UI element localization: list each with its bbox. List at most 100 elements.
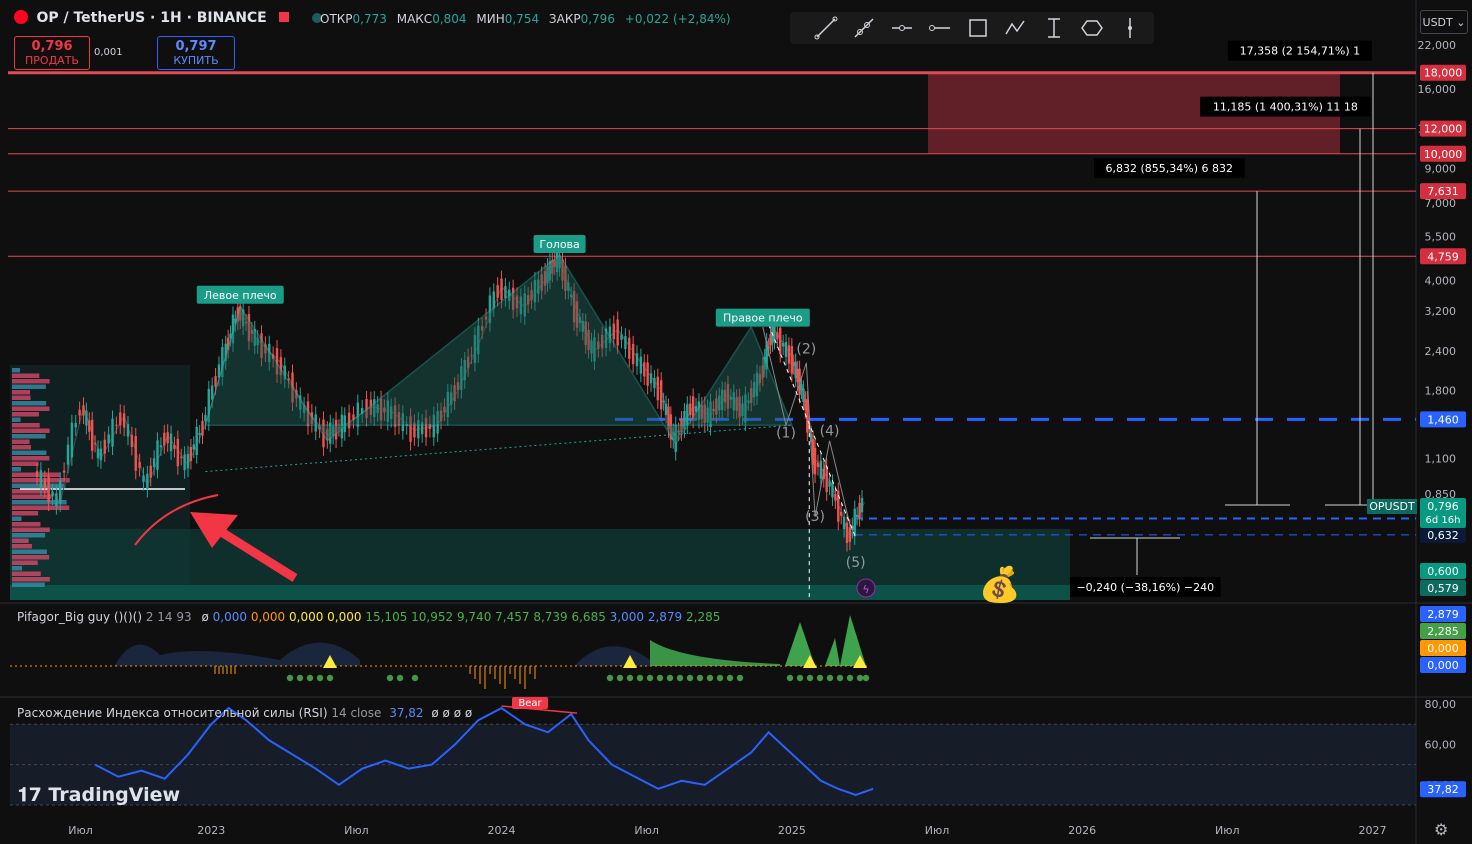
sell-button[interactable]: 0,796 ПРОДАТЬ bbox=[14, 36, 90, 70]
candle-body bbox=[82, 405, 85, 416]
indicator1-value: 0,000 bbox=[247, 610, 286, 624]
level-badge-text: 7,631 bbox=[1427, 185, 1459, 198]
trendline-icon[interactable] bbox=[810, 14, 842, 42]
price-tick: 22,000 bbox=[1418, 39, 1457, 52]
level-badge-text: 1,460 bbox=[1427, 413, 1459, 426]
buy-label: КУПИТЬ bbox=[173, 54, 219, 67]
indicator1-legend[interactable]: Pifagor_Big guy ()()() 2 14 93 ø 0,000 0… bbox=[17, 610, 720, 624]
indicator1-value: 15,105 bbox=[361, 610, 408, 624]
volume-profile-bar bbox=[12, 527, 50, 532]
level-badge: 10,000 bbox=[1420, 145, 1466, 162]
price-tick: 16,000 bbox=[1418, 83, 1457, 96]
signal-dot bbox=[656, 674, 664, 682]
flag-icon[interactable] bbox=[279, 12, 290, 22]
candle-body bbox=[834, 493, 837, 501]
currency-selector[interactable]: USDT ⌄ bbox=[1420, 10, 1468, 34]
price-tick: 5,500 bbox=[1425, 230, 1457, 243]
rsi-value-badge: 37,82 bbox=[1420, 781, 1466, 798]
time-tick: 2025 bbox=[778, 824, 806, 837]
candle-body bbox=[186, 454, 190, 469]
volume-profile-bar bbox=[12, 582, 45, 587]
time-tick: Июл bbox=[1215, 824, 1240, 837]
level-badge-text: 4,759 bbox=[1427, 250, 1459, 263]
candle-body bbox=[659, 380, 663, 410]
gear-icon[interactable]: ⚙ bbox=[1434, 820, 1448, 839]
signal-dot bbox=[646, 674, 654, 682]
volume-profile-bar bbox=[12, 423, 40, 428]
volume-profile-bar bbox=[12, 494, 52, 499]
candle-body bbox=[214, 376, 217, 387]
path-icon[interactable] bbox=[1000, 14, 1032, 42]
signal-dot bbox=[862, 674, 870, 682]
indicator1-badge-text: 0,000 bbox=[1427, 659, 1459, 672]
volume-profile-bar bbox=[12, 384, 46, 389]
candle-body bbox=[496, 285, 499, 298]
candle-body bbox=[635, 353, 639, 367]
zone-badge: 0,579 bbox=[1420, 580, 1466, 596]
candle-body bbox=[646, 362, 649, 386]
countdown-text: 6d 16h bbox=[1426, 515, 1461, 526]
indicator1-badge: 2,285 bbox=[1420, 623, 1466, 639]
symbol-header: OP / TetherUS · 1H · BINANCE bbox=[14, 10, 322, 26]
volume-profile-bar bbox=[12, 379, 50, 384]
candle-body bbox=[66, 444, 70, 465]
volume-profile-bar bbox=[12, 439, 30, 444]
signal-dot bbox=[306, 674, 314, 682]
volume-profile-bar bbox=[12, 395, 31, 400]
candle-body bbox=[662, 400, 665, 403]
candle-body bbox=[664, 403, 668, 416]
price-tick: 4,000 bbox=[1425, 274, 1457, 287]
signal-dot bbox=[411, 674, 419, 682]
horizontal-line-icon[interactable] bbox=[886, 14, 918, 42]
volume-profile-bar bbox=[12, 445, 31, 450]
zone-badge-text: 0,579 bbox=[1427, 582, 1459, 595]
rsi-legend[interactable]: Расхождение Индекса относительной силы (… bbox=[17, 706, 472, 720]
indicator1-value: 0,000 bbox=[323, 610, 362, 624]
indicator1-name: Pifagor_Big guy ()()() bbox=[17, 610, 143, 624]
candle-body bbox=[504, 286, 507, 299]
signal-dot bbox=[856, 674, 864, 682]
ellipse-icon[interactable] bbox=[1076, 14, 1108, 42]
tv-logo-icon: 𝟏𝟳 bbox=[18, 784, 49, 806]
candle-body bbox=[85, 410, 88, 426]
candle-body bbox=[176, 438, 180, 467]
buy-button[interactable]: 0,797 КУПИТЬ bbox=[157, 36, 235, 70]
candle-body bbox=[62, 470, 66, 473]
indicator1-badge-text: 0,000 bbox=[1427, 642, 1459, 655]
vertical-line-icon[interactable] bbox=[1114, 14, 1146, 42]
signal-dot bbox=[296, 674, 304, 682]
time-tick: 2024 bbox=[488, 824, 516, 837]
wave-label: (2) bbox=[796, 342, 816, 358]
candle-body bbox=[90, 419, 94, 451]
candle-body bbox=[156, 440, 159, 470]
indicator1-value: 3,000 bbox=[605, 610, 645, 624]
symbol-title[interactable]: OP / TetherUS · 1H · BINANCE bbox=[36, 10, 266, 26]
candle-body bbox=[159, 445, 163, 448]
time-tick: Июл bbox=[634, 824, 659, 837]
indicator1-value: 0,000 bbox=[285, 610, 324, 624]
level-badge-text: 0,632 bbox=[1427, 529, 1459, 542]
price-range-icon[interactable] bbox=[1038, 14, 1070, 42]
indicator1-value: 6,685 bbox=[567, 610, 606, 624]
level-badge: 18,000 bbox=[1420, 64, 1466, 81]
low-value: 0,754 bbox=[504, 12, 540, 26]
rectangle-icon[interactable] bbox=[962, 14, 994, 42]
tradingview-logo[interactable]: 𝟏𝟳 TradingView bbox=[18, 784, 180, 806]
candle-body bbox=[858, 502, 861, 519]
volume-profile-bar bbox=[12, 401, 47, 406]
signal-dot bbox=[786, 674, 794, 682]
high-label: МАКС bbox=[396, 12, 433, 26]
level-badge: 12,000 bbox=[1420, 120, 1466, 137]
candle-body bbox=[620, 334, 623, 340]
horizontal-ray-icon[interactable] bbox=[924, 14, 956, 42]
volume-profile-bar bbox=[12, 571, 41, 576]
volume-profile-bar bbox=[12, 434, 46, 439]
candle-body bbox=[784, 342, 788, 357]
candle-body bbox=[93, 443, 97, 445]
candle-body bbox=[152, 458, 156, 468]
volume-profile-bar bbox=[12, 549, 47, 554]
close-value: 0,796 bbox=[580, 12, 615, 26]
ray-icon[interactable] bbox=[848, 14, 880, 42]
candle-body bbox=[149, 465, 152, 478]
signal-dot bbox=[326, 674, 334, 682]
